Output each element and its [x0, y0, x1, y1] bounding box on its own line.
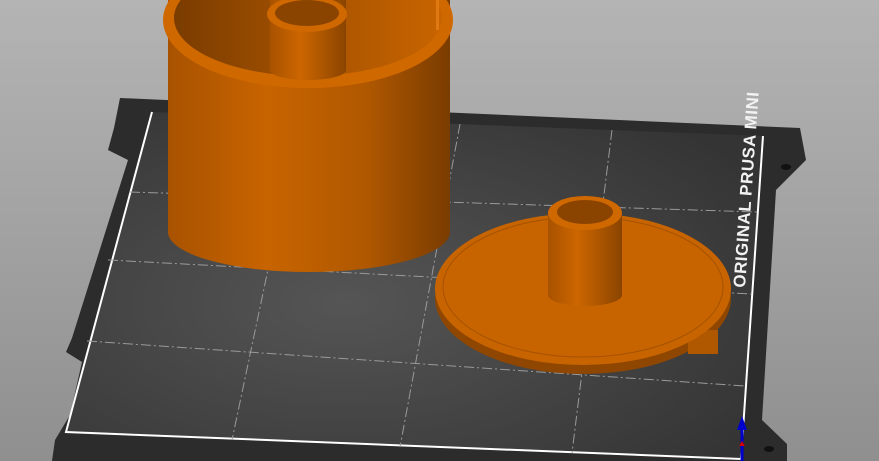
scene[interactable]: ORIGINAL PRUSA MINI: [0, 0, 879, 461]
3d-viewport[interactable]: ORIGINAL PRUSA MINI: [0, 0, 879, 461]
bed-mount-hole: [781, 164, 791, 170]
bed-mount-hole: [764, 446, 774, 452]
cylinder-container[interactable]: [163, 0, 453, 272]
